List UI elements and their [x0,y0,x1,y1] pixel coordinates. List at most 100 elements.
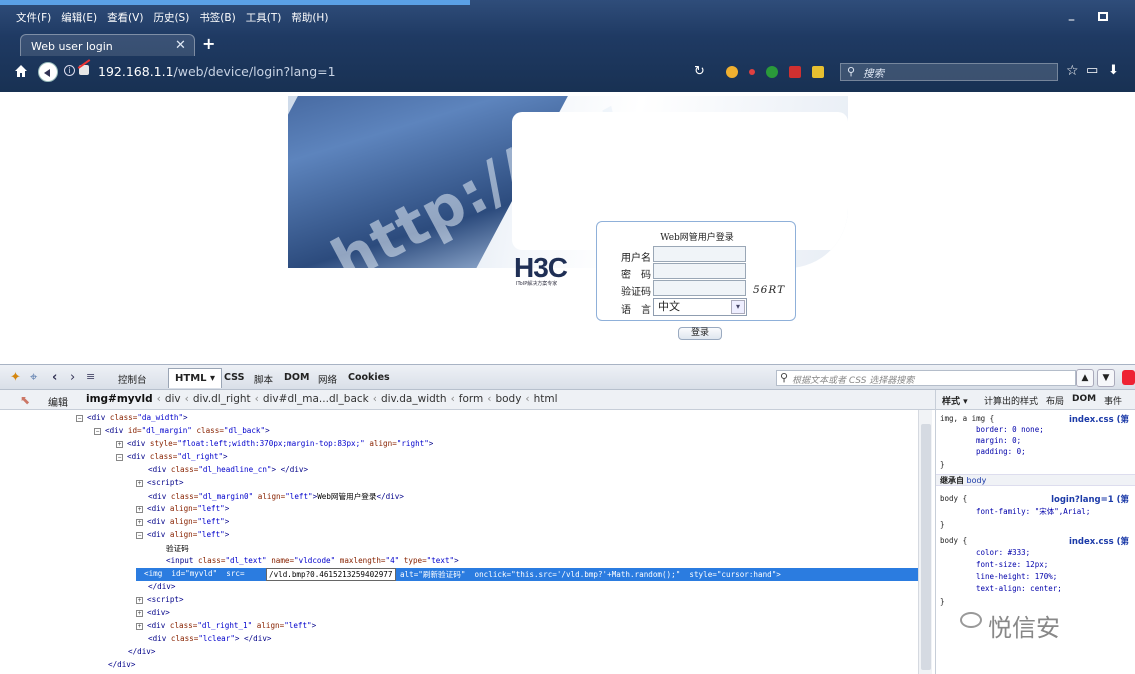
css-property[interactable]: font-size: 12px; [976,560,1048,569]
tree-node[interactable]: + <script> [136,478,184,487]
tab-style[interactable]: 样式 ▾ [942,394,968,407]
tab-cookies[interactable]: Cookies [348,372,390,383]
tab-dom[interactable]: DOM [284,372,309,383]
attribute-edit-input[interactable]: /vld.bmp?0.4615213259402977 [266,568,396,581]
search-prev-button[interactable]: ▲ [1076,369,1094,387]
css-property[interactable]: text-align: center; [976,584,1062,593]
tab-side-dom[interactable]: DOM [1072,394,1096,404]
breadcrumb-item[interactable]: div [165,393,181,405]
tree-node[interactable]: + <div align="left"> [136,504,229,513]
tree-node[interactable]: <div class="dl_headline_cn"> </div> [148,465,308,474]
captcha-image[interactable]: 56RT [753,284,785,296]
breadcrumb-item[interactable]: body [495,393,521,405]
css-source-link[interactable]: index.css (第 [1069,413,1129,425]
url-bar[interactable]: 192.168.1.1/web/device/login?lang=1 [98,64,336,79]
tree-node[interactable]: 验证码 [166,543,189,554]
css-property[interactable]: line-height: 170%; [976,572,1057,581]
bookmark-star-icon[interactable]: ☆ [1066,63,1079,79]
breadcrumb-item[interactable]: div.dl_right [193,393,251,405]
info-icon[interactable]: i [64,65,75,76]
breadcrumb-item[interactable]: div#dl_ma...dl_back [263,393,369,405]
pointer-icon[interactable]: ⬉ [20,393,30,407]
breadcrumb-item[interactable]: div.da_width [381,393,447,405]
tree-node[interactable]: − <div class="dl_right"> [116,452,228,461]
insecure-lock-icon[interactable] [79,65,89,75]
tab-script[interactable]: 脚本 [254,372,273,386]
html-scrollbar[interactable] [918,410,932,674]
tree-node[interactable]: <input class="dl_text" name="vldcode" ma… [166,556,459,565]
tab-css[interactable]: CSS [224,372,244,383]
reload-icon[interactable]: ↻ [694,64,705,79]
restore-button[interactable] [1098,12,1108,21]
breadcrumb-item[interactable]: form [459,393,483,405]
tree-node[interactable]: + <div align="left"> [136,517,229,526]
inherit-source[interactable]: body [967,476,987,485]
css-property[interactable]: color: #333; [976,548,1030,557]
css-source-link[interactable]: login?lang=1 (第 [1051,493,1129,505]
tab-close-icon[interactable]: ✕ [175,38,186,53]
close-devtools-button[interactable] [1122,370,1135,385]
home-icon[interactable] [14,64,28,78]
menu-view[interactable]: 查看(V) [107,10,143,26]
devtools-search-input[interactable]: ⚲ 根据文本或者 CSS 选择器搜索 [776,370,1076,386]
menu-file[interactable]: 文件(F) [16,10,51,26]
menu-help[interactable]: 帮助(H) [291,10,328,26]
tab-console[interactable]: 控制台 [118,372,147,386]
extension-icon[interactable] [789,66,801,78]
tree-node[interactable]: </div> [108,660,135,669]
tree-node[interactable]: − <div align="left"> [136,530,229,539]
forward-icon[interactable]: › [70,370,75,385]
tab-events[interactable]: 事件 [1104,394,1122,407]
password-field[interactable] [653,263,746,279]
back-button[interactable] [38,62,58,82]
extension-icon[interactable] [766,66,778,78]
tree-node[interactable]: <div class="lclear"> </div> [148,634,271,643]
extension-icon[interactable] [749,69,755,75]
selected-tree-node[interactable]: <img id="myvld" src= alt="刷新验证码" onclick… [136,568,918,581]
menu-tools[interactable]: 工具(T) [246,10,282,26]
css-property[interactable]: border: 0 none; [976,425,1044,434]
language-select[interactable]: 中文 ▾ [653,298,747,316]
back-icon[interactable]: ‹ [52,370,57,385]
tree-node[interactable]: + <div style="float:left;width:370px;marg… [116,439,433,448]
minimize-button[interactable]: – [1068,12,1075,28]
search-next-button[interactable]: ▼ [1097,369,1115,387]
tree-node[interactable]: + <div class="dl_right_1" align="left"> [136,621,316,630]
search-input[interactable]: ⚲ 搜索 [840,63,1058,81]
edit-button[interactable]: 编辑 [48,394,68,409]
devtools-search-placeholder: 根据文本或者 CSS 选择器搜索 [792,376,915,386]
css-property[interactable]: padding: 0; [976,447,1026,456]
new-tab-button[interactable]: + [202,34,215,53]
css-property[interactable]: font-family: "宋体",Arial; [976,506,1090,517]
inspect-icon[interactable]: ⌖ [30,370,37,385]
multiline-icon[interactable]: ≡ [86,370,95,383]
username-field[interactable] [653,246,746,262]
tree-node[interactable]: </div> [128,647,155,656]
browser-tab[interactable]: Web user login ✕ [20,34,195,56]
breadcrumb-item[interactable]: img#myvld [86,393,153,405]
tab-computed[interactable]: 计算出的样式 [984,394,1038,407]
tree-node[interactable]: − <div class="da_width"> [76,413,188,422]
menu-edit[interactable]: 编辑(E) [61,10,97,26]
menu-bookmarks[interactable]: 书签(B) [199,10,235,26]
tree-node[interactable]: </div> [148,582,175,591]
menu-history[interactable]: 历史(S) [153,10,189,26]
extension-icon[interactable] [812,66,824,78]
breadcrumb-item[interactable]: html [534,393,558,405]
tree-node[interactable]: <div class="dl_margin0" align="left">Web… [148,491,404,502]
captcha-field[interactable] [653,280,746,296]
download-icon[interactable]: ⬇ [1108,63,1119,78]
tree-node[interactable]: + <script> [136,595,184,604]
login-button[interactable]: 登录 [678,327,722,340]
tab-net[interactable]: 网络 [318,372,337,386]
tab-layout[interactable]: 布局 [1046,394,1064,407]
extension-icon[interactable] [726,66,738,78]
firebug-icon[interactable]: ✦ [10,370,21,385]
tree-node[interactable]: − <div id="dl_margin" class="dl_back"> [94,426,270,435]
library-icon[interactable]: ▭ [1086,63,1098,78]
tree-node[interactable]: + <div> [136,608,170,617]
css-property[interactable]: margin: 0; [976,436,1021,445]
scroll-thumb[interactable] [921,424,931,670]
tab-html[interactable]: HTML ▾ [168,368,223,388]
css-source-link[interactable]: index.css (第 [1069,535,1129,547]
